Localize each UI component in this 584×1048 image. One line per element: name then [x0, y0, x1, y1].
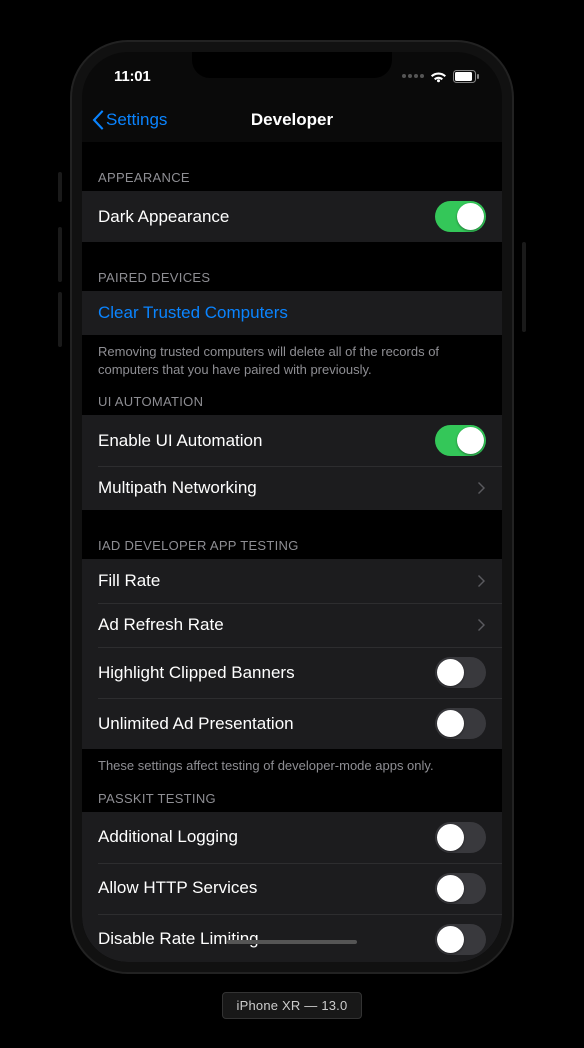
row-enable-ui-automation[interactable]: Enable UI Automation — [82, 415, 502, 466]
chevron-right-icon — [478, 481, 486, 495]
section-footer-iad: These settings affect testing of develop… — [82, 749, 502, 781]
section-header-appearance: APPEARANCE — [82, 142, 502, 191]
toggle-unlimited-ad[interactable] — [435, 708, 486, 739]
section-header-ui-automation: UI AUTOMATION — [82, 384, 502, 415]
scroll-indicator — [227, 940, 357, 944]
row-label: Fill Rate — [98, 571, 160, 591]
back-label: Settings — [106, 110, 167, 130]
section-header-iad: IAD DEVELOPER APP TESTING — [82, 510, 502, 559]
volume-down-button — [58, 292, 62, 347]
chevron-right-icon — [478, 574, 486, 588]
row-label: Clear Trusted Computers — [98, 303, 288, 323]
device-frame: 11:01 Settings Developer — [72, 42, 512, 972]
row-label: Unlimited Ad Presentation — [98, 714, 294, 734]
toggle-additional-logging[interactable] — [435, 822, 486, 853]
toggle-dark-appearance[interactable] — [435, 201, 486, 232]
toggle-ui-automation[interactable] — [435, 425, 486, 456]
row-allow-http[interactable]: Allow HTTP Services — [82, 863, 502, 914]
battery-icon — [453, 70, 480, 83]
silence-switch — [58, 172, 62, 202]
row-multipath-networking[interactable]: Multipath Networking — [82, 466, 502, 510]
row-clear-trusted[interactable]: Clear Trusted Computers — [82, 291, 502, 335]
row-additional-logging[interactable]: Additional Logging — [82, 812, 502, 863]
page-title: Developer — [251, 110, 333, 130]
chevron-right-icon — [478, 618, 486, 632]
volume-up-button — [58, 227, 62, 282]
row-label: Allow HTTP Services — [98, 878, 257, 898]
row-fill-rate[interactable]: Fill Rate — [82, 559, 502, 603]
back-button[interactable]: Settings — [90, 109, 167, 131]
row-label: Ad Refresh Rate — [98, 615, 224, 635]
row-highlight-clipped[interactable]: Highlight Clipped Banners — [82, 647, 502, 698]
device-caption: iPhone XR — 13.0 — [222, 992, 363, 1019]
chevron-left-icon — [90, 109, 104, 131]
row-label: Multipath Networking — [98, 478, 257, 498]
section-header-paired: PAIRED DEVICES — [82, 242, 502, 291]
section-footer-paired: Removing trusted computers will delete a… — [82, 335, 502, 384]
row-ad-refresh-rate[interactable]: Ad Refresh Rate — [82, 603, 502, 647]
section-header-passkit: PASSKIT TESTING — [82, 781, 502, 812]
wifi-icon — [430, 70, 447, 83]
side-button — [522, 242, 526, 332]
row-unlimited-ad[interactable]: Unlimited Ad Presentation — [82, 698, 502, 749]
row-label: Enable UI Automation — [98, 431, 262, 451]
row-disable-rate-limiting[interactable]: Disable Rate Limiting — [82, 914, 502, 962]
cellular-dots-icon — [402, 74, 424, 78]
settings-content: APPEARANCE Dark Appearance PAIRED DEVICE… — [82, 142, 502, 962]
toggle-highlight-clipped[interactable] — [435, 657, 486, 688]
toggle-allow-http[interactable] — [435, 873, 486, 904]
row-dark-appearance[interactable]: Dark Appearance — [82, 191, 502, 242]
notch — [192, 50, 392, 78]
row-label: Highlight Clipped Banners — [98, 663, 295, 683]
row-label: Dark Appearance — [98, 207, 229, 227]
navigation-bar: Settings Developer — [82, 98, 502, 142]
row-label: Additional Logging — [98, 827, 238, 847]
status-time: 11:01 — [114, 68, 151, 85]
toggle-rate-limiting[interactable] — [435, 924, 486, 955]
